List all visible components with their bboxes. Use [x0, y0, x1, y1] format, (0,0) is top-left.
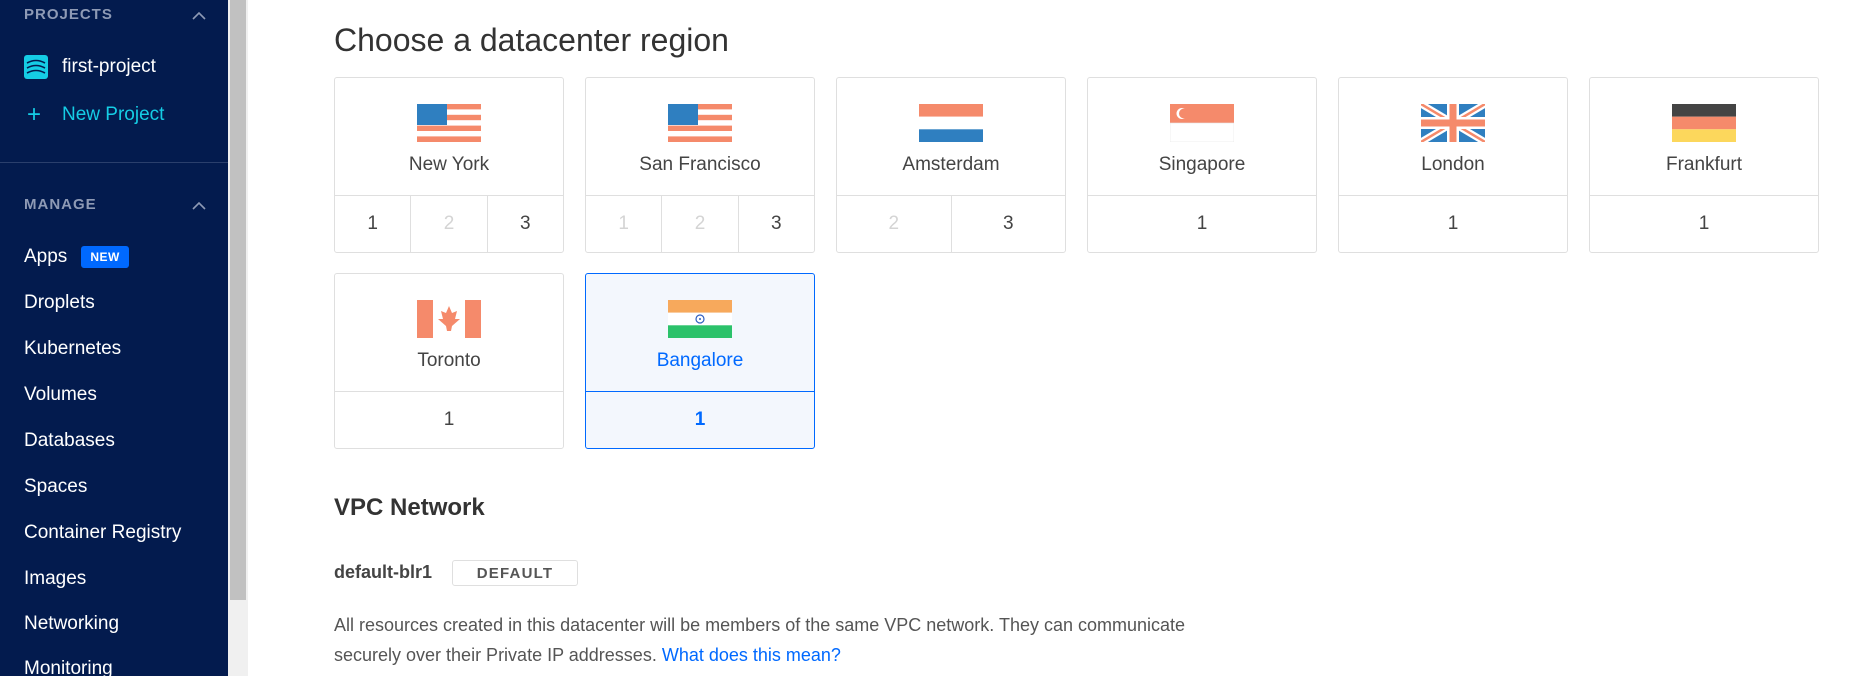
sidebar-item-label: Spaces	[24, 476, 88, 497]
sidebar-item-label: Databases	[24, 430, 115, 451]
manage-section-title: MANAGE	[24, 196, 97, 213]
vpc-description: All resources created in this datacenter…	[334, 610, 1194, 670]
datacenter-option[interactable]: 1	[1339, 196, 1567, 252]
region-name: Singapore	[1158, 154, 1246, 175]
usa-flag-icon	[417, 104, 481, 142]
datacenter-option: 2	[662, 196, 739, 252]
sidebar-scrollbar-thumb[interactable]	[230, 0, 246, 600]
sidebar-item-images[interactable]: Images	[24, 566, 86, 592]
region-card-amsterdam[interactable]: Amsterdam 2 3	[836, 77, 1066, 253]
sidebar-item-networking[interactable]: Networking	[24, 611, 119, 637]
new-project-label: New Project	[62, 104, 165, 125]
sidebar-item-databases[interactable]: Databases	[24, 428, 115, 454]
project-icon	[24, 55, 48, 79]
india-flag-icon	[668, 300, 732, 338]
sidebar-item-label: Kubernetes	[24, 338, 122, 359]
canada-flag-icon	[417, 300, 481, 338]
sidebar-item-monitoring[interactable]: Monitoring	[24, 656, 113, 676]
sidebar-item-label: Container Registry	[24, 522, 182, 543]
germany-flag-icon	[1672, 104, 1736, 142]
datacenter-option: 1	[586, 196, 663, 252]
vpc-section-title: VPC Network	[334, 494, 485, 521]
sidebar-item-label: Images	[24, 568, 87, 589]
projects-section-title: PROJECTS	[24, 6, 113, 23]
region-card-london[interactable]: London 1	[1338, 77, 1568, 253]
sidebar-item-first-project[interactable]: first-project	[24, 54, 156, 80]
sidebar-item-label: Volumes	[24, 384, 97, 405]
new-project-button[interactable]: + New Project	[24, 102, 164, 128]
datacenter-option[interactable]: 1	[335, 392, 563, 448]
datacenter-option[interactable]: 3	[488, 196, 563, 252]
sidebar-item-spaces[interactable]: Spaces	[24, 474, 87, 500]
region-card-singapore[interactable]: Singapore 1	[1087, 77, 1317, 253]
region-name: New York	[408, 154, 490, 175]
region-name: London	[1421, 154, 1485, 175]
projects-collapse-chevron-icon[interactable]	[192, 8, 206, 20]
datacenter-option[interactable]: 1	[586, 392, 814, 448]
manage-collapse-chevron-icon[interactable]	[192, 198, 206, 210]
vpc-name: default-blr1	[334, 562, 433, 582]
vpc-default-badge: DEFAULT	[452, 560, 578, 586]
sidebar-item-apps[interactable]: Apps NEW	[24, 244, 129, 270]
datacenter-option[interactable]: 3	[739, 196, 814, 252]
usa-flag-icon	[668, 104, 732, 142]
sidebar: PROJECTS first-project + New Project MAN…	[0, 0, 228, 676]
region-name: Frankfurt	[1665, 154, 1743, 175]
singapore-flag-icon	[1170, 104, 1234, 142]
region-card-new-york[interactable]: New York 1 2 3	[334, 77, 564, 253]
project-name-label: first-project	[62, 56, 156, 77]
region-card-san-francisco[interactable]: San Francisco 1 2 3	[585, 77, 815, 253]
uk-flag-icon	[1421, 104, 1485, 142]
sidebar-item-label: Networking	[24, 613, 120, 634]
new-badge: NEW	[81, 246, 129, 268]
datacenter-option[interactable]: 1	[1088, 196, 1316, 252]
region-card-bangalore[interactable]: Bangalore 1	[585, 273, 815, 449]
sidebar-item-label: Droplets	[24, 292, 95, 313]
region-card-frankfurt[interactable]: Frankfurt 1	[1589, 77, 1819, 253]
datacenter-option: 2	[411, 196, 488, 252]
region-card-toronto[interactable]: Toronto 1	[334, 273, 564, 449]
region-name: Amsterdam	[902, 154, 1000, 175]
sidebar-item-label: Apps	[24, 246, 68, 267]
region-name: Bangalore	[656, 350, 744, 371]
datacenter-option[interactable]: 1	[335, 196, 412, 252]
sidebar-item-container-registry[interactable]: Container Registry	[24, 520, 181, 546]
netherlands-flag-icon	[919, 104, 983, 142]
region-name: San Francisco	[639, 154, 761, 175]
datacenter-option: 2	[837, 196, 952, 252]
region-name: Toronto	[417, 350, 481, 371]
page-title: Choose a datacenter region	[334, 22, 729, 58]
sidebar-item-label: Monitoring	[24, 658, 113, 676]
sidebar-item-droplets[interactable]: Droplets	[24, 290, 95, 316]
sidebar-divider	[0, 162, 228, 163]
datacenter-option[interactable]: 1	[1590, 196, 1818, 252]
sidebar-item-volumes[interactable]: Volumes	[24, 382, 97, 408]
vpc-help-link[interactable]: What does this mean?	[662, 645, 841, 665]
datacenter-option[interactable]: 3	[952, 196, 1066, 252]
plus-icon: +	[26, 101, 41, 128]
sidebar-item-kubernetes[interactable]: Kubernetes	[24, 336, 121, 362]
